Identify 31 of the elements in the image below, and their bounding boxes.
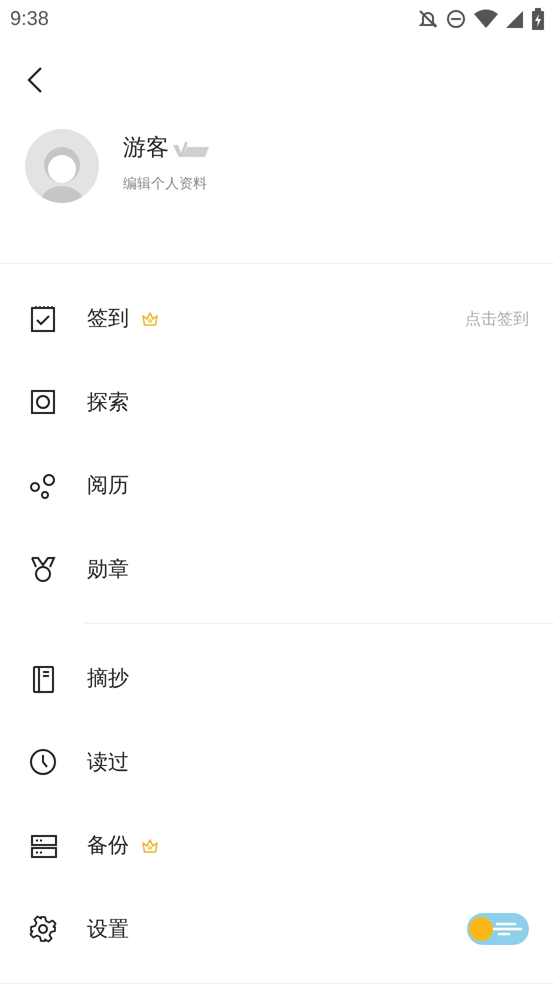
bell-off-icon: [418, 9, 438, 29]
wifi-icon: [474, 9, 498, 29]
menu-label: 阅历: [87, 472, 129, 499]
menu-item[interactable]: 设置: [0, 888, 554, 971]
clock-icon: [28, 747, 58, 778]
menu-item[interactable]: 备份: [0, 804, 554, 888]
signal-icon: [506, 9, 524, 29]
menu-label: 探索: [87, 388, 129, 416]
menu-item[interactable]: 勋章: [0, 528, 554, 611]
menu-label: 勋章: [87, 556, 129, 582]
back-button[interactable]: [25, 65, 45, 95]
calendar-check-icon: [28, 304, 58, 334]
menu-item[interactable]: 签到 点击签到: [0, 277, 554, 360]
menu-item[interactable]: 阅历: [0, 444, 554, 528]
user-name: 游客: [123, 136, 169, 162]
menu-label: 读过: [87, 748, 129, 776]
settings-icon: [28, 914, 58, 944]
menu-label: 备份: [87, 832, 129, 859]
menu-item[interactable]: 摘抄: [0, 637, 554, 720]
edit-profile-link[interactable]: 编辑个人资料: [123, 174, 209, 195]
menu-item[interactable]: 探索: [0, 360, 554, 444]
menu-label: 签到: [87, 305, 129, 332]
do-not-disturb-icon: [446, 9, 466, 29]
check-in-hint: 点击签到: [465, 308, 529, 330]
menu-label: 设置: [87, 916, 129, 942]
status-time: 9:38: [10, 7, 49, 32]
theme-toggle[interactable]: [467, 913, 529, 946]
menu-label: 摘抄: [87, 665, 129, 692]
medal-icon: [28, 554, 58, 584]
battery-icon: [532, 8, 544, 30]
menu-item[interactable]: 读过: [0, 720, 554, 804]
